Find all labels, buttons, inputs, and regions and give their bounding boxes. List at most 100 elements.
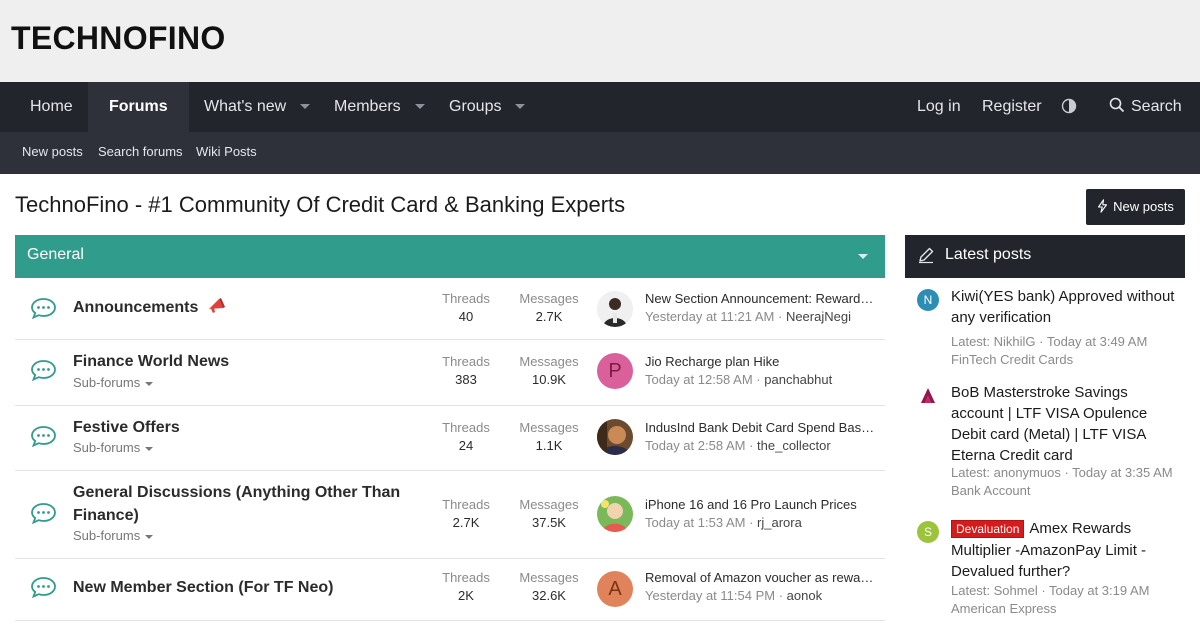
messages-count: 10.9K: [532, 372, 566, 387]
avatar[interactable]: A: [597, 571, 633, 607]
new-posts-button-label: New posts: [1113, 199, 1174, 214]
forum-row[interactable]: General Discussions (Anything Other Than…: [15, 471, 885, 559]
latest-post-meta: Latest: Sohmel · Today at 3:19 AM: [951, 583, 1150, 598]
chevron-down-icon[interactable]: [515, 104, 526, 110]
last-post-title[interactable]: IndusInd Bank Debit Card Spend Base…: [645, 420, 875, 435]
threads-label: Threads: [442, 354, 490, 369]
half-moon-icon: [1061, 98, 1077, 114]
subnav-new-posts[interactable]: New posts: [22, 132, 83, 172]
register-link[interactable]: Register: [982, 82, 1042, 132]
latest-post-item[interactable]: S Devaluation Amex Rewards Multiplier -Am…: [905, 518, 1185, 618]
forum-category-header[interactable]: General: [15, 235, 885, 278]
nav-members[interactable]: Members: [334, 82, 425, 132]
threads-count: 2.7K: [452, 515, 480, 530]
subnav-wiki-posts[interactable]: Wiki Posts: [196, 132, 257, 172]
last-post-user[interactable]: aonok: [787, 588, 822, 603]
avatar[interactable]: [597, 291, 633, 327]
last-post-time[interactable]: Today at 12:58 AM: [645, 372, 753, 387]
latest-posts-header: Latest posts: [905, 235, 1185, 278]
sub-nav: New posts Search forums Wiki Posts: [0, 132, 1200, 174]
chat-bubble-icon: [31, 360, 56, 381]
chevron-down-icon[interactable]: [300, 104, 311, 110]
theme-toggle[interactable]: [1061, 82, 1077, 132]
search-icon: [1109, 97, 1125, 113]
forum-title[interactable]: New Member Section (For TF Neo): [73, 576, 423, 599]
subforums-toggle[interactable]: Sub-forums: [73, 440, 154, 455]
forum-row[interactable]: Festive Offers Sub-forums Threads 24 Mes…: [15, 406, 885, 471]
chevron-down-icon[interactable]: [414, 104, 425, 110]
avatar[interactable]: [917, 385, 939, 407]
nav-whats-new[interactable]: What's new: [204, 82, 311, 132]
subforums-label: Sub-forums: [73, 528, 141, 543]
last-post-user[interactable]: rj_arora: [757, 515, 802, 530]
last-post-time[interactable]: Yesterday at 11:21 AM: [645, 309, 774, 324]
messages-label: Messages: [519, 354, 579, 369]
last-post-meta: Yesterday at 11:21 AM · NeerajNegi: [645, 309, 851, 324]
prefix-badge[interactable]: Devaluation: [951, 520, 1025, 538]
threads-count: 40: [458, 309, 474, 324]
site-logo[interactable]: TECHNOFINO: [11, 20, 226, 57]
messages-label: Messages: [519, 291, 579, 306]
subforums-toggle[interactable]: Sub-forums: [73, 528, 154, 543]
messages-label: Messages: [519, 570, 579, 585]
user-photo-avatar: [597, 419, 633, 455]
forum-title[interactable]: Festive Offers: [73, 416, 423, 439]
latest-post-title[interactable]: Kiwi(YES bank) Approved without any veri…: [951, 286, 1183, 328]
messages-count: 37.5K: [532, 515, 566, 530]
forum-row[interactable]: Announcements Threads 40 Messages 2.7K N…: [15, 278, 885, 340]
last-post-title[interactable]: iPhone 16 and 16 Pro Launch Prices: [645, 497, 875, 512]
nav-home[interactable]: Home: [30, 82, 73, 132]
last-post-meta: Today at 1:53 AM · rj_arora: [645, 515, 802, 530]
subnav-search-forums[interactable]: Search forums: [98, 132, 183, 172]
latest-post-item[interactable]: BoB Masterstroke Savings account | LTF V…: [905, 382, 1185, 500]
latest-post-item[interactable]: N Kiwi(YES bank) Approved without any ve…: [905, 286, 1185, 374]
avatar[interactable]: N: [917, 289, 939, 311]
last-post-title[interactable]: Jio Recharge plan Hike: [645, 354, 875, 369]
last-post-user[interactable]: the_collector: [757, 438, 831, 453]
axis-bank-logo-icon: [921, 388, 935, 403]
forum-title[interactable]: Finance World News: [73, 350, 423, 373]
chevron-down-icon: [145, 381, 154, 386]
forum-title[interactable]: Announcements: [73, 296, 227, 319]
last-post-time[interactable]: Yesterday at 11:54 PM: [645, 588, 775, 603]
collapse-chevron-icon[interactable]: [858, 254, 868, 259]
last-post-time[interactable]: Today at 1:53 AM: [645, 515, 745, 530]
avatar[interactable]: P: [597, 353, 633, 389]
search-label: Search: [1131, 98, 1182, 115]
latest-post-forum[interactable]: FinTech Credit Cards: [951, 351, 1183, 369]
avatar[interactable]: [597, 419, 633, 455]
nav-search[interactable]: Search: [1109, 82, 1182, 132]
subforums-toggle[interactable]: Sub-forums: [73, 375, 154, 390]
user-photo-avatar: [597, 291, 633, 327]
avatar[interactable]: S: [917, 521, 939, 543]
forum-row[interactable]: New Member Section (For TF Neo) Threads …: [15, 559, 885, 621]
new-posts-button[interactable]: New posts: [1086, 189, 1185, 225]
forum-category-title: General: [27, 246, 84, 263]
last-post-user[interactable]: panchabhut: [764, 372, 832, 387]
forum-title[interactable]: General Discussions (Anything Other Than…: [73, 481, 423, 527]
latest-post-title[interactable]: Devaluation Amex Rewards Multiplier -Amaz…: [951, 518, 1183, 582]
last-post-time[interactable]: Today at 2:58 AM: [645, 438, 745, 453]
avatar[interactable]: [597, 496, 633, 532]
messages-count: 1.1K: [535, 438, 563, 453]
threads-count: 24: [458, 438, 474, 453]
login-link[interactable]: Log in: [917, 82, 961, 132]
lightning-icon: [1098, 199, 1108, 213]
last-post-title[interactable]: New Section Announcement: Reward …: [645, 291, 875, 306]
subforums-label: Sub-forums: [73, 440, 141, 455]
last-post-user[interactable]: NeerajNegi: [786, 309, 851, 324]
latest-post-meta: Latest: anonymuos · Today at 3:35 AM: [951, 465, 1173, 480]
last-post-title[interactable]: Removal of Amazon voucher as rewar…: [645, 570, 875, 585]
nav-forums[interactable]: Forums: [88, 82, 189, 132]
subforums-label: Sub-forums: [73, 375, 141, 390]
messages-count: 32.6K: [532, 588, 566, 603]
forum-row[interactable]: Finance World News Sub-forums Threads 38…: [15, 340, 885, 406]
nav-groups[interactable]: Groups: [449, 82, 526, 132]
threads-count: 2K: [458, 588, 474, 603]
chat-bubble-icon: [31, 426, 56, 447]
latest-post-title[interactable]: BoB Masterstroke Savings account | LTF V…: [951, 382, 1183, 466]
latest-post-forum[interactable]: Bank Account: [951, 482, 1183, 500]
chat-bubble-icon: [31, 503, 56, 524]
chat-bubble-icon: [31, 577, 56, 598]
latest-post-forum[interactable]: American Express: [951, 600, 1183, 618]
